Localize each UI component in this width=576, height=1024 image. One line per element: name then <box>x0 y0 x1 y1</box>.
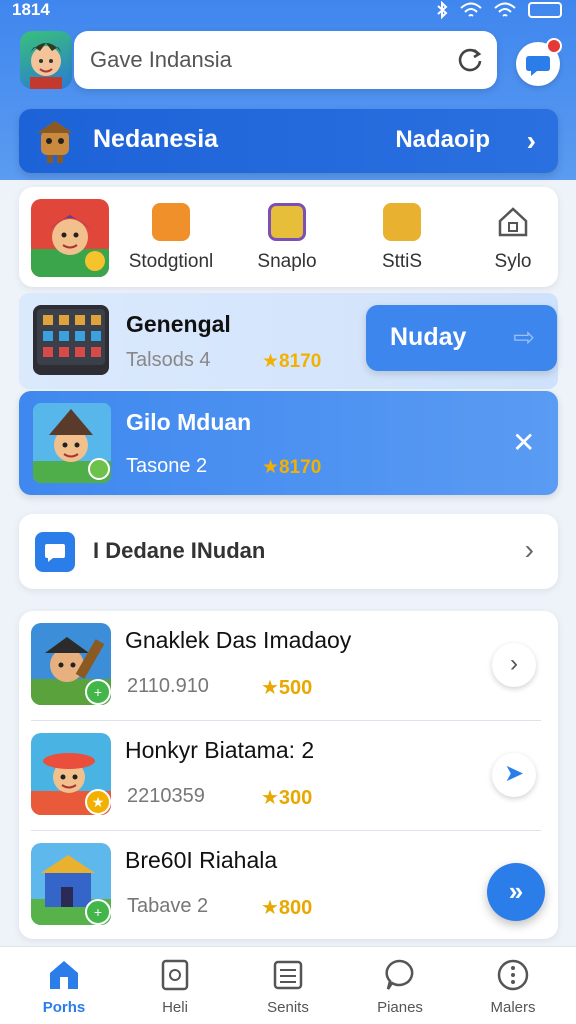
notification-button[interactable] <box>516 38 562 86</box>
category-label: Stodgtionl <box>128 251 214 272</box>
game-rating: ★8170 <box>262 457 322 478</box>
nav-item-senits[interactable]: Senits <box>238 957 338 1016</box>
category-item-2[interactable]: Snaplo <box>232 203 342 273</box>
game-rating: ★300 <box>261 787 313 809</box>
book-icon <box>268 203 306 241</box>
search-input[interactable] <box>90 45 430 75</box>
search-row[interactable]: I Dedane INudan › <box>19 514 558 589</box>
chevron-right-icon: › <box>526 125 536 156</box>
featured-game-thumbnail[interactable] <box>31 199 109 277</box>
game-rating: ★8170 <box>262 351 322 372</box>
game-number: Tabave 2 <box>127 895 209 917</box>
more-icon <box>497 959 529 991</box>
nav-item-malers[interactable]: Malers <box>463 957 563 1016</box>
list-item[interactable]: + Gnaklek Das Imadaoy 2110.910 ★500 › <box>19 611 558 721</box>
wifi-icon <box>494 2 516 17</box>
game-title: Genengal <box>126 311 231 337</box>
banner-title: Nedanesia <box>93 125 219 153</box>
promo-banner[interactable]: Nedanesia Nadaoip › <box>19 109 558 173</box>
plus-badge-icon: + <box>85 899 111 925</box>
document-icon <box>161 959 189 991</box>
chat-icon <box>35 532 75 572</box>
status-icons <box>436 1 562 19</box>
profile-avatar[interactable] <box>20 31 72 89</box>
arrow-right-icon: ⇨ <box>513 322 535 352</box>
game-thumbnail <box>33 403 111 483</box>
featured-game-row[interactable]: Gilo Mduan Tasone 2 ★8170 <box>19 391 558 495</box>
game-meta: Talsods 4 <box>126 349 211 371</box>
list-item[interactable]: ★ Honkyr Biatama: 2 2210359 ★300 ➤ <box>19 721 558 831</box>
star-badge-icon: ★ <box>85 789 111 815</box>
nav-item-home[interactable]: Porhs <box>14 957 114 1016</box>
plus-badge-icon: + <box>85 679 111 705</box>
house-icon <box>498 207 528 237</box>
category-item-4[interactable]: Sylo <box>458 203 568 273</box>
category-item-1[interactable]: Stodgtionl <box>116 203 226 273</box>
chevron-right-icon: › <box>524 534 534 565</box>
category-card: Stodgtionl Snaplo SttiS Sylo <box>19 187 558 287</box>
game-number: 2110.910 <box>127 675 209 697</box>
home-icon <box>50 961 78 989</box>
category-label: Sylo <box>494 251 532 272</box>
game-thumbnail <box>33 305 109 375</box>
chevron-right-button[interactable]: › <box>492 643 536 687</box>
refresh-icon[interactable] <box>455 45 485 75</box>
nuday-button[interactable]: Nuday ⇨ <box>366 305 557 371</box>
status-time: 1814 <box>12 0 50 19</box>
game-title: Gilo Mduan <box>126 409 252 435</box>
game-title: Gnaklek Das Imadaoy <box>125 627 352 653</box>
game-list: + Gnaklek Das Imadaoy 2110.910 ★500 › ★ … <box>19 611 558 939</box>
category-item-3[interactable]: SttiS <box>347 203 457 273</box>
status-bar: 1814 <box>0 0 576 24</box>
bluetooth-icon <box>437 1 448 19</box>
search-row-label: I Dedane INudan <box>93 538 266 563</box>
nav-label: Senits <box>267 999 309 1016</box>
speech-bubble-icon <box>385 959 414 990</box>
bottom-nav: Porhs Heli Senits Pianes Malers <box>0 946 576 1024</box>
close-icon[interactable]: ✕ <box>512 426 535 459</box>
category-label: SttiS <box>381 251 423 272</box>
grid-icon <box>383 203 421 241</box>
nuday-label: Nuday <box>390 323 467 351</box>
nav-label: Malers <box>490 999 536 1016</box>
battery-icon <box>528 2 562 18</box>
game-title: Bre60I Riahala <box>125 847 278 873</box>
nav-item-heli[interactable]: Heli <box>125 957 225 1016</box>
banner-action[interactable]: Nadaoip <box>395 126 490 154</box>
game-meta: Tasone 2 <box>126 455 208 477</box>
game-title: Honkyr Biatama: 2 <box>125 737 315 763</box>
gift-icon <box>152 203 190 241</box>
wifi-icon <box>460 2 482 17</box>
list-icon <box>273 960 303 990</box>
mascot-icon <box>37 121 73 163</box>
game-rating: ★500 <box>261 677 313 699</box>
list-item[interactable]: + Bre60I Riahala Tabave 2 ★800 <box>19 831 558 941</box>
search-bar[interactable] <box>74 31 497 89</box>
fast-forward-button[interactable]: » <box>487 863 545 921</box>
notification-dot <box>546 38 562 54</box>
nav-label: Porhs <box>42 999 86 1016</box>
category-label: Snaplo <box>257 251 317 272</box>
play-button[interactable]: ➤ <box>492 753 536 797</box>
nav-label: Pianes <box>377 999 423 1016</box>
nav-label: Heli <box>162 999 188 1016</box>
game-number: 2210359 <box>127 785 205 807</box>
game-rating: ★800 <box>261 897 313 919</box>
nav-item-pianes[interactable]: Pianes <box>350 957 450 1016</box>
